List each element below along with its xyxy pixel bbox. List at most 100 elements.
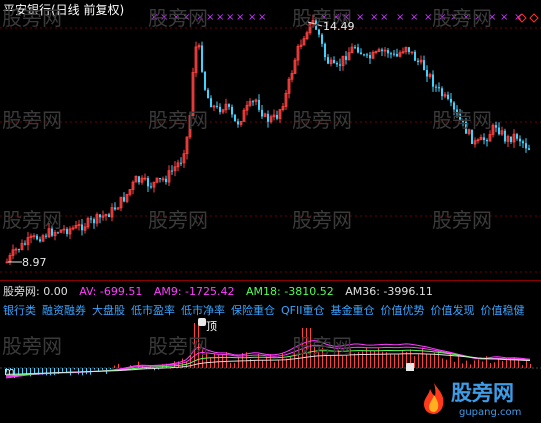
candle-body [441,88,443,97]
category-tag[interactable]: 融资融券 [42,304,86,317]
candle-body [45,235,47,237]
category-tag[interactable]: 大盘股 [92,304,125,317]
indicator-histogram-bar [110,368,111,369]
candle-body [447,94,449,99]
watermark: 股旁网 [148,6,208,30]
indicator-histogram-bar [290,356,291,368]
top-signal-marker [198,318,206,326]
candle-body [93,219,95,224]
candle-body [18,249,20,251]
category-tag[interactable]: 低市盈率 [131,304,175,317]
candle-body [327,57,329,64]
indicator-histogram-bar [370,350,371,368]
candle-body [366,54,368,56]
candle-body [528,148,530,150]
indicator-histogram-bar [230,362,231,368]
candle-body [363,54,365,56]
candle-body [231,106,233,115]
signal-x-marker: × [356,12,364,23]
category-tags-row: 银行类 融资融券 大盘股 低市盈率 低市净率 保险重仓 QFII重仓 基金重仓 价值优势 价值发现… [3,302,530,318]
top-signal-label: 顶 [206,318,217,334]
logo-text: 股旁网 [451,381,514,405]
candle-body [252,101,254,103]
signal-x-marker: × [370,12,378,23]
flame-icon [421,381,447,415]
indicator-name[interactable]: 股旁网 [3,285,36,298]
candle-body [381,49,383,52]
indicator-histogram-bar [494,362,495,368]
category-tag[interactable]: QFII重仓 [281,304,324,317]
watermark: 股旁网 [148,334,208,358]
indicator-histogram-bar [474,360,475,368]
candle-body [450,98,452,103]
signal-x-marker: × [500,12,508,23]
price-low-label: 8.97 [22,256,47,269]
indicator-histogram-bar [530,364,531,368]
category-tag[interactable]: 价值发现 [430,304,474,317]
indicator-histogram-bar [266,356,267,368]
category-tag[interactable]: 保险重仓 [231,304,275,317]
indicator-histogram-bar [46,368,47,376]
indicator-histogram-bar [354,353,355,368]
indicator-histogram-bar [466,360,467,368]
candle-body [426,70,428,77]
indicator-histogram-bar [74,368,75,370]
signal-x-marker: × [258,12,266,23]
indicator-histogram-bar [50,368,51,376]
candle-body [234,114,236,122]
candle-body [39,239,41,242]
category-tag[interactable]: 低市净率 [181,304,225,317]
candle-body [216,105,218,107]
logo-url: gupang.com [459,407,522,418]
indicator-histogram-bar [418,354,419,368]
indicator-main-value: : 0.00 [36,285,68,298]
indicator-histogram-bar [78,368,79,375]
am18-value: AM18: -3810.52 [246,285,334,298]
indicator-histogram-bar [522,365,523,368]
indicator-histogram-bar [278,360,279,368]
candle-body [393,53,395,55]
indicator-histogram-bar [490,363,491,368]
candle-body [210,98,212,108]
candle-body [387,50,389,54]
indicator-histogram-bar [390,354,391,368]
candle-body [396,53,398,57]
diamond-marker [529,13,539,23]
candle-body [171,170,173,172]
category-tag[interactable]: 价值稳健 [480,304,524,317]
indicator-histogram-bar [462,363,463,368]
indicator-histogram-bar [246,352,247,368]
candle-body [432,74,434,87]
candle-body [36,235,38,240]
indicator-histogram-bar [186,361,187,368]
signal-marker [406,363,414,371]
candle-body [237,121,239,125]
site-logo: 股旁网 gupang.com [419,377,539,421]
candle-body [483,137,485,141]
candle-body [180,162,182,164]
category-tag[interactable]: 价值优势 [380,304,424,317]
indicator-histogram-bar [214,353,215,368]
signal-x-marker: × [248,12,256,23]
indicator-values-row: 股旁网: 0.00 AV: -699.51 AM9: -1725.42 AM18… [3,283,433,299]
watermark: 股旁网 [292,208,352,232]
watermark: 股旁网 [292,334,352,358]
signal-x-marker: × [396,12,404,23]
panel-divider [0,280,541,281]
candle-body [66,229,68,234]
indicator-histogram-bar [394,354,395,368]
indicator-histogram-bar [22,368,23,375]
watermark: 股旁网 [148,108,208,132]
watermark: 股旁网 [2,334,62,358]
candle-body [510,136,512,142]
category-tag[interactable]: 基金重仓 [330,304,374,317]
watermark: 股旁网 [292,108,352,132]
category-tag[interactable]: 银行类 [3,304,36,317]
indicator-histogram-bar [86,368,87,375]
watermark: 股旁网 [432,108,492,132]
candle-body [114,207,116,210]
watermark: 股旁网 [2,6,62,30]
price-high-label: 14.49 [323,20,355,33]
indicator-histogram-bar [374,350,375,368]
indicator-histogram-bar [258,353,259,368]
